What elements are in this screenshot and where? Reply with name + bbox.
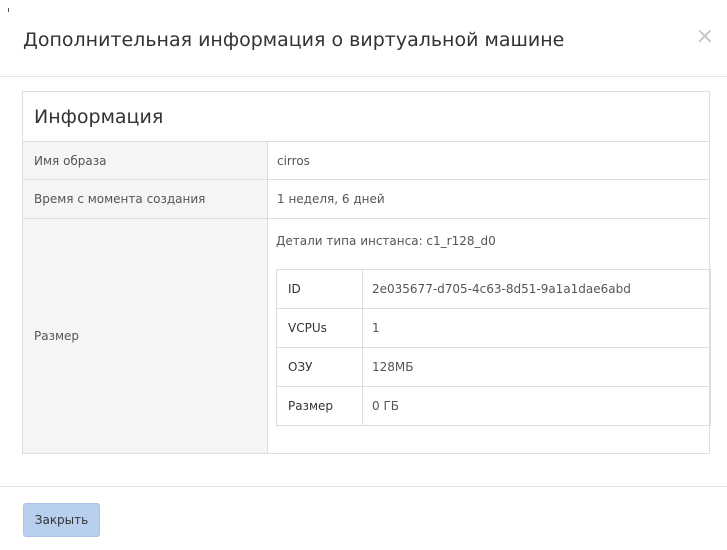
flavor-key: VCPUs <box>276 308 363 348</box>
flavor-key: Размер <box>276 386 363 426</box>
row-label: Имя образа <box>23 142 268 179</box>
flavor-key: ID <box>276 269 363 309</box>
flavor-key: ОЗУ <box>276 347 363 387</box>
row-value: Детали типа инстанса: c1_r128_d0 ID 2e03… <box>268 219 711 453</box>
info-row-image-name: Имя образа cirros <box>23 142 709 180</box>
flavor-value: 1 <box>362 308 711 348</box>
row-label: Время с момента создания <box>23 180 268 218</box>
flavor-caption: Детали типа инстанса: c1_r128_d0 <box>276 234 496 248</box>
row-value: cirros <box>277 153 310 168</box>
close-icon[interactable]: × <box>696 26 714 48</box>
flavor-value: 0 ГБ <box>362 386 711 426</box>
row-value: 1 неделя, 6 дней <box>277 192 385 206</box>
flavor-row-vcpus: VCPUs 1 <box>276 308 711 348</box>
close-button[interactable]: Закрыть <box>23 503 100 537</box>
modal-header: Дополнительная информация о виртуальной … <box>0 0 727 77</box>
info-row-uptime: Время с момента создания 1 неделя, 6 дне… <box>23 180 709 219</box>
flavor-value: 2e035677-d705-4c63-8d51-9a1a1dae6abd <box>362 269 711 309</box>
row-label: Размер <box>23 219 268 453</box>
info-row-size: Размер Детали типа инстанса: c1_r128_d0 … <box>23 219 711 453</box>
flavor-row-ram: ОЗУ 128МБ <box>276 347 711 387</box>
info-panel: Информация Имя образа cirros Время с мом… <box>22 91 711 454</box>
flavor-value: 128МБ <box>362 347 711 387</box>
instance-details-modal: Дополнительная информация о виртуальной … <box>0 0 727 549</box>
panel-heading: Информация <box>23 92 709 142</box>
modal-title: Дополнительная информация о виртуальной … <box>23 29 565 51</box>
flavor-row-disk: Размер 0 ГБ <box>276 386 711 426</box>
modal-footer: Закрыть <box>0 486 727 550</box>
flavor-table: ID 2e035677-d705-4c63-8d51-9a1a1dae6abd … <box>276 269 711 426</box>
flavor-row-id: ID 2e035677-d705-4c63-8d51-9a1a1dae6abd <box>276 269 711 309</box>
